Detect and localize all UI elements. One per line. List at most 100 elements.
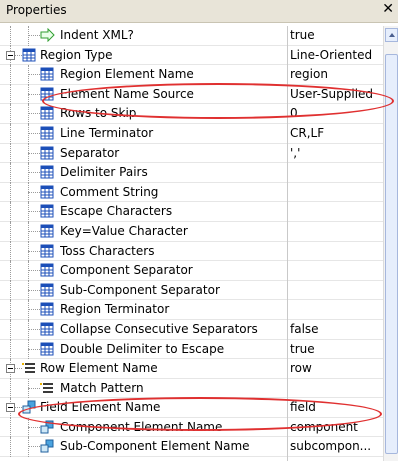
tree-line [28, 289, 40, 292]
property-value[interactable]: true [290, 342, 382, 356]
tree-line [10, 104, 12, 124]
tree-line [10, 26, 12, 46]
tree-line [28, 348, 40, 351]
property-name: Region Terminator [60, 302, 170, 317]
property-name: Component Separator [60, 263, 193, 278]
table-icon [40, 126, 54, 140]
tree-line [10, 378, 12, 399]
tree-line [28, 309, 40, 311]
property-row[interactable]: Match Pattern [0, 378, 383, 399]
collapse-toggle-icon[interactable] [6, 403, 15, 413]
titlebar: Properties ✕ [0, 0, 398, 23]
table-icon [40, 263, 54, 277]
property-value[interactable]: CR,LF [290, 126, 382, 140]
property-row[interactable]: Collapse Consecutive Separators false [0, 319, 383, 340]
table-icon [40, 322, 54, 336]
property-value[interactable]: ',' [290, 146, 382, 160]
property-name: Sub-Component Separator [60, 282, 220, 297]
property-value[interactable]: row [290, 361, 382, 375]
tree-line [10, 123, 12, 144]
table-icon [40, 244, 54, 258]
property-row[interactable]: Key=Value Character [0, 221, 383, 242]
tree-line [28, 328, 40, 331]
tree-line [28, 132, 40, 135]
tree-line [10, 143, 12, 164]
property-name: Sub-Component Element Name [60, 439, 250, 454]
property-name: Toss Characters [60, 243, 155, 258]
property-row[interactable]: Separator ',' [0, 143, 383, 164]
property-row[interactable]: Escape Characters [0, 202, 383, 222]
tree-line [10, 339, 12, 360]
tree-line [28, 230, 40, 233]
tree-line [28, 74, 40, 76]
property-row[interactable]: Region Element Name region [0, 65, 383, 85]
window-title: Properties [6, 3, 67, 17]
property-name: Escape Characters [60, 204, 173, 219]
table-icon [40, 204, 54, 218]
table-icon [22, 48, 36, 62]
scroll-thumb[interactable] [385, 54, 398, 454]
collapse-toggle-icon[interactable] [6, 364, 15, 374]
property-row[interactable]: Delimiter Pairs [0, 163, 383, 183]
tree-line [28, 35, 40, 37]
tree-line [10, 300, 12, 320]
property-name: Region Type [40, 47, 113, 62]
tree-line [10, 280, 12, 301]
tree-line [28, 270, 40, 272]
highlight-oval-element-name-source [42, 83, 394, 119]
property-row[interactable]: Component Separator [0, 261, 383, 281]
tree-line [28, 113, 40, 115]
property-row[interactable]: Region Type Line-Oriented [0, 45, 383, 66]
properties-window: Properties ✕ Indent XML? true Region Type L… [0, 0, 398, 461]
property-name: Comment String [60, 184, 159, 199]
property-row[interactable]: Toss Characters [0, 241, 383, 262]
table-icon [40, 146, 54, 160]
table-icon [40, 67, 54, 81]
vertical-scrollbar[interactable] [383, 26, 398, 461]
tree-line [10, 84, 12, 105]
tree-line [28, 191, 40, 194]
property-row[interactable]: Region Terminator [0, 300, 383, 320]
tree-line [10, 261, 12, 281]
property-value[interactable]: region [290, 67, 382, 81]
field-icon [40, 439, 54, 453]
highlight-oval-field-element-name [18, 397, 382, 431]
collapse-toggle-icon[interactable] [6, 50, 15, 60]
property-name: Match Pattern [60, 380, 144, 395]
property-name: Line Terminator [60, 125, 154, 140]
tree-line [28, 250, 40, 253]
property-row[interactable]: Double Delimiter to Escape true [0, 339, 383, 360]
property-name: Delimiter Pairs [60, 165, 148, 180]
table-icon [40, 224, 54, 238]
tree-line [10, 417, 12, 438]
property-name: Double Delimiter to Escape [60, 341, 225, 356]
property-name: Row Element Name [40, 361, 158, 376]
property-value[interactable]: subcompon... [290, 439, 382, 453]
property-name: Key=Value Character [60, 223, 188, 238]
property-row[interactable]: Sub-Component Element Name subcompon... [0, 437, 383, 458]
tree-line [10, 202, 12, 222]
tree-line [10, 221, 12, 242]
table-icon [40, 165, 54, 179]
tree-line [10, 437, 12, 458]
tree-line [28, 211, 40, 213]
property-value[interactable]: Line-Oriented [290, 48, 382, 62]
property-row[interactable]: Indent XML? true [0, 26, 383, 46]
tree-line [28, 387, 40, 390]
tree-line [10, 241, 12, 262]
tree-line [28, 172, 40, 174]
tree-line [28, 93, 40, 96]
scroll-up-button[interactable] [385, 28, 398, 42]
close-icon[interactable]: ✕ [382, 1, 394, 17]
property-name: Indent XML? [60, 28, 134, 42]
property-value[interactable]: false [290, 322, 382, 336]
property-name: Collapse Consecutive Separators [60, 321, 258, 336]
property-row[interactable]: Row Element Name row [0, 359, 383, 379]
property-row[interactable]: Sub-Component Separator [0, 280, 383, 301]
property-row[interactable]: Line Terminator CR,LF [0, 123, 383, 144]
property-row[interactable]: Comment String [0, 182, 383, 203]
table-icon [40, 342, 54, 356]
property-value[interactable]: true [290, 28, 382, 42]
property-name: Region Element Name [60, 67, 194, 82]
table-icon [40, 106, 54, 120]
